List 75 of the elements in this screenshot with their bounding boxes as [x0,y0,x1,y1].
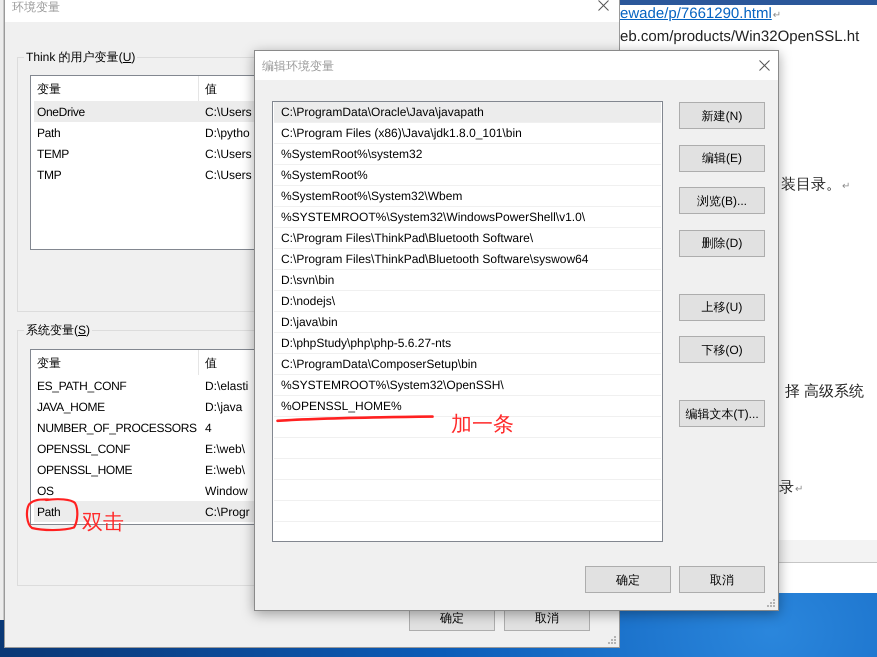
list-item[interactable]: C:\Program Files\ThinkPad\Bluetooth Software\ [274,228,661,249]
list-item[interactable]: D:\nodejs\ [274,291,661,312]
group-label: 系统变量(S) [25,322,92,338]
paragraph-mark: ↵ [795,484,804,495]
table-cell: JAVA_HOME [37,398,105,414]
list-item[interactable]: C:\ProgramData\Oracle\Java\javapath [274,102,661,123]
group-label: Think 的用户变量(U) [25,49,136,65]
column-header: 变量 [37,80,61,96]
table-cell: Path [37,124,60,140]
document-text: 择 高级系统 [785,383,864,401]
list-row[interactable]: Path D:\pytho [34,122,255,143]
list-item[interactable]: %SystemRoot%\System32\Wbem [274,186,661,207]
table-cell: D:\java [205,398,242,414]
table-cell: C:\Users [205,146,252,162]
table-cell: ES_PATH_CONF [37,378,126,394]
list-row[interactable]: OS Window [34,480,255,501]
column-header: 值 [205,80,217,96]
list-item[interactable]: %SYSTEMROOT%\System32\OpenSSH\ [274,375,661,396]
list-item[interactable]: %SystemRoot% [274,165,661,186]
table-cell: C:\Users [205,104,252,120]
cancel-button[interactable]: 取消 [679,566,765,593]
list-row[interactable]: ES_PATH_CONF D:\elasti [34,375,255,396]
table-cell: 4 [205,420,212,436]
list-item[interactable]: D:\java\bin [274,312,661,333]
close-icon[interactable] [598,0,609,11]
table-cell: Path [37,504,60,520]
paragraph-mark: ↵ [842,181,850,192]
list-row[interactable]: JAVA_HOME D:\java [34,396,255,417]
table-cell: TMP [37,166,62,182]
table-cell: OneDrive [37,104,85,120]
table-cell: OPENSSL_HOME [37,462,132,478]
resize-grip-icon[interactable] [767,599,775,607]
window-title: 环境变量 [12,0,60,14]
resize-grip-icon[interactable] [608,636,616,644]
document-text: 装目录。 [781,176,841,194]
table-cell: Window [205,482,248,498]
table-cell: TEMP [37,146,69,162]
document-text: eb.com/products/Win32OpenSSL.ht [620,28,860,46]
move-down-button[interactable]: 下移(O) [679,336,765,363]
list-item[interactable]: %SYSTEMROOT%\System32\WindowsPowerShell\v1.0\ [274,207,661,228]
table-cell: C:\Progr [205,504,250,520]
list-item[interactable]: C:\Program Files (x86)\Java\jdk1.8.0_101\bin [274,123,661,144]
window-title: 编辑环境变量 [262,58,334,74]
list-row[interactable]: OPENSSL_HOME E:\web\ [34,459,255,480]
table-cell: NUMBER_OF_PROCESSORS [37,420,197,436]
table-cell: OPENSSL_CONF [37,440,130,456]
move-up-button[interactable]: 上移(U) [679,294,765,320]
ok-button[interactable]: 确定 [585,566,671,593]
close-icon[interactable] [759,60,770,71]
list-row[interactable]: OneDrive C:\Users [34,101,255,122]
list-row[interactable]: TMP C:\Users [34,164,255,185]
list-row[interactable]: TEMP C:\Users [34,143,255,164]
table-cell: D:\elasti [205,378,248,394]
table-cell: OS [37,482,54,498]
column-header: 值 [205,354,217,370]
list-item[interactable]: C:\ProgramData\ComposerSetup\bin [274,354,661,375]
list-item[interactable]: C:\Program Files\ThinkPad\Bluetooth Software\syswow64 [274,249,661,270]
table-cell: E:\web\ [205,462,246,478]
list-item[interactable]: D:\svn\bin [274,270,661,291]
table-cell: C:\Users [205,166,252,182]
table-cell: D:\pytho [205,124,250,140]
list-row[interactable]: OPENSSL_CONF E:\web\ [34,438,255,459]
list-row[interactable]: NUMBER_OF_PROCESSORS 4 [34,417,255,438]
table-cell: E:\web\ [205,440,246,456]
paragraph-mark: ↵ [772,10,782,21]
delete-button[interactable]: 删除(D) [679,230,765,256]
document-text: 录 [779,479,794,497]
list-item[interactable]: D:\phpStudy\php\php-5.6.27-nts [274,333,661,354]
edit-text-button[interactable]: 编辑文本(T)... [679,400,765,427]
document-link[interactable]: ewade/p/7661290.html [620,5,772,23]
edit-button[interactable]: 编辑(E) [679,144,765,172]
new-button[interactable]: 新建(N) [679,102,765,129]
list-item[interactable]: %SystemRoot%\system32 [274,144,661,165]
column-header: 变量 [37,354,61,370]
browse-button[interactable]: 浏览(B)... [679,187,765,214]
